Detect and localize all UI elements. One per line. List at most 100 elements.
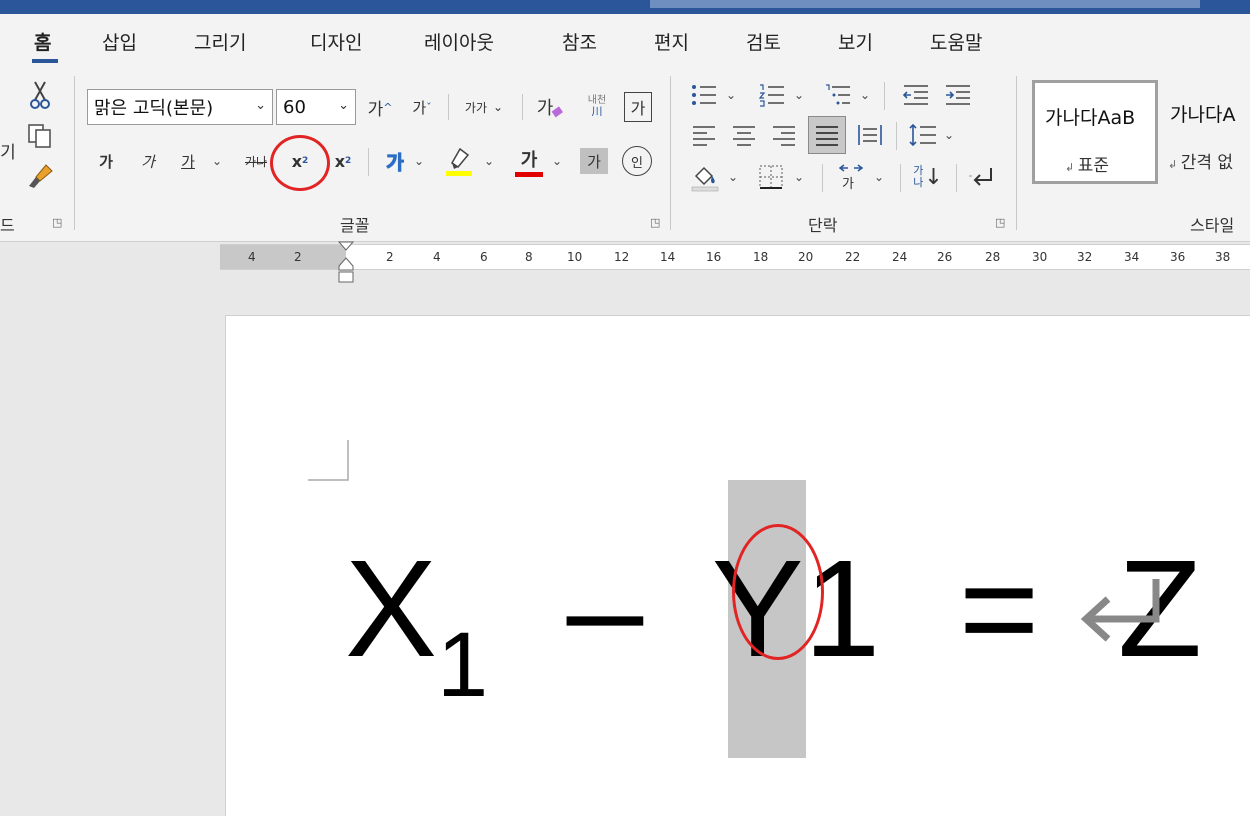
- ruler-label: 12: [614, 250, 630, 264]
- character-shading-button[interactable]: 가: [580, 148, 608, 174]
- bold-button[interactable]: 가: [92, 146, 120, 176]
- font-size-dropdown[interactable]: 60 ⌄: [276, 89, 356, 125]
- strikethrough-button[interactable]: 가나: [238, 146, 274, 176]
- underline-button[interactable]: 가: [174, 146, 202, 176]
- style-no-spacing[interactable]: 가나다A ↲ 간격 없: [1160, 80, 1250, 184]
- paragraph-dialog-launcher[interactable]: ◳: [995, 216, 1005, 229]
- superscript-button[interactable]: x2: [328, 146, 358, 176]
- line-spacing-chevron-down-icon[interactable]: ⌄: [944, 128, 954, 142]
- tab-view[interactable]: 보기: [838, 28, 873, 55]
- borders-chevron-down-icon[interactable]: ⌄: [794, 170, 804, 184]
- highlight-chevron-down-icon[interactable]: ⌄: [484, 154, 494, 168]
- tab-layout[interactable]: 레이아웃: [424, 28, 494, 55]
- character-spacing-button[interactable]: 가: [834, 160, 868, 194]
- character-spacing-icon: 가: [838, 164, 864, 192]
- arrow-down-icon: ˇ: [426, 100, 432, 114]
- paragraph-inner-separator: [896, 122, 897, 150]
- font-color-button[interactable]: 가: [512, 144, 546, 178]
- borders-icon: [759, 165, 783, 189]
- ruler-label: 34: [1124, 250, 1140, 264]
- bullets-chevron-down-icon[interactable]: ⌄: [726, 88, 736, 102]
- numbering-chevron-down-icon[interactable]: ⌄: [794, 88, 804, 102]
- underline-chevron-down-icon[interactable]: ⌄: [212, 154, 222, 168]
- copy-button[interactable]: [24, 120, 56, 152]
- tab-review[interactable]: 검토: [746, 28, 781, 55]
- paragraph-group-label: 단락: [808, 216, 838, 235]
- style-no-spacing-sample: 가나다A: [1170, 104, 1236, 126]
- change-case-button[interactable]: 가가 ⌄: [456, 92, 512, 122]
- style-normal-sample: 가나다AaB: [1045, 107, 1136, 129]
- margin-corner-mark: [308, 440, 349, 481]
- copy-icon: [28, 124, 51, 148]
- style-no-spacing-name: ↲ 간격 없: [1168, 153, 1234, 173]
- align-center-button[interactable]: [728, 120, 760, 150]
- line-spacing-icon: [909, 123, 936, 147]
- tab-draw[interactable]: 그리기: [194, 28, 246, 55]
- numbered-list-icon: [758, 84, 784, 107]
- char-spacing-chevron-down-icon[interactable]: ⌄: [874, 170, 884, 184]
- subscript-annotation-circle: [270, 135, 330, 191]
- increase-indent-icon: [946, 85, 970, 105]
- cut-button[interactable]: [24, 78, 56, 112]
- numbering-button[interactable]: [756, 80, 788, 110]
- tab-references[interactable]: 참조: [562, 28, 597, 55]
- scissors-icon: [30, 81, 50, 109]
- ruler-label: 6: [480, 250, 488, 264]
- tab-insert[interactable]: 삽입: [102, 28, 137, 55]
- clipboard-paste-label: 기: [0, 142, 16, 163]
- ruler-label: 28: [985, 250, 1001, 264]
- borders-button[interactable]: [754, 160, 788, 194]
- show-formatting-marks-button[interactable]: [964, 160, 1000, 194]
- paragraph-inner-separator: [900, 164, 901, 192]
- italic-button[interactable]: 가: [134, 146, 162, 176]
- clipboard-dialog-launcher[interactable]: ◳: [52, 216, 62, 229]
- character-border-button[interactable]: 가: [624, 92, 652, 122]
- font-inner-separator: [448, 94, 449, 120]
- font-dialog-launcher[interactable]: ◳: [650, 216, 660, 229]
- ruler-label: 24: [892, 250, 908, 264]
- ruler-label: 36: [1170, 250, 1186, 264]
- grow-font-button[interactable]: 가 ^: [364, 92, 396, 122]
- font-name-dropdown[interactable]: 맑은 고딕(본문) ⌄: [87, 89, 273, 125]
- increase-indent-button[interactable]: [942, 80, 974, 110]
- align-left-icon: [693, 126, 715, 146]
- style-normal[interactable]: 가나다AaB ↲ 표준: [1032, 80, 1158, 184]
- align-right-button[interactable]: [768, 120, 800, 150]
- tab-design[interactable]: 디자인: [310, 28, 362, 55]
- paragraph-inner-separator: [822, 164, 823, 192]
- text-effects-chevron-down-icon[interactable]: ⌄: [414, 154, 424, 168]
- justify-button[interactable]: [808, 116, 846, 154]
- multilevel-chevron-down-icon[interactable]: ⌄: [860, 88, 870, 102]
- tab-help[interactable]: 도움말: [930, 28, 982, 55]
- enclose-characters-button[interactable]: 인: [622, 146, 652, 176]
- ribbon-tabs: 홈 삽입 그리기 디자인 레이아웃 참조 편지 검토 보기 도움말: [0, 14, 1250, 72]
- sort-button[interactable]: 가 나 ↓: [908, 158, 948, 196]
- style-normal-name: ↲ 표준: [1065, 156, 1109, 176]
- align-left-button[interactable]: [688, 120, 720, 150]
- tab-mailings[interactable]: 편지: [654, 28, 689, 55]
- tab-home[interactable]: 홈: [34, 28, 51, 55]
- format-painter-button[interactable]: [24, 160, 56, 192]
- font-name-value: 맑은 고딕(본문): [94, 98, 214, 119]
- text-effects-button[interactable]: 가: [380, 146, 410, 176]
- font-color-chevron-down-icon[interactable]: ⌄: [552, 154, 562, 168]
- shrink-font-button[interactable]: 가ˇ: [406, 92, 438, 122]
- decrease-indent-button[interactable]: [900, 80, 932, 110]
- digit-annotation-circle: [732, 524, 824, 660]
- ruler-label: 18: [753, 250, 769, 264]
- line-spacing-button[interactable]: [906, 120, 940, 150]
- shading-button[interactable]: [688, 160, 722, 194]
- title-bar-highlight: [650, 0, 1200, 8]
- highlight-color-button[interactable]: [442, 144, 476, 178]
- tab-home-underline: [32, 59, 58, 63]
- multilevel-list-button[interactable]: [822, 80, 854, 110]
- horizontal-ruler[interactable]: 4 2 2 4 6 8 10 12 14 16 18 20 22 24 26 2…: [220, 244, 1250, 270]
- paragraph-inner-separator: [884, 82, 885, 110]
- distributed-button[interactable]: [852, 120, 888, 150]
- bullets-button[interactable]: [688, 80, 720, 110]
- clear-formatting-button[interactable]: 가: [534, 90, 568, 124]
- phonetic-guide-button[interactable]: 내천 川: [578, 88, 616, 124]
- indent-marker[interactable]: [337, 240, 355, 284]
- shading-chevron-down-icon[interactable]: ⌄: [728, 170, 738, 184]
- ruler-label: 38: [1215, 250, 1231, 264]
